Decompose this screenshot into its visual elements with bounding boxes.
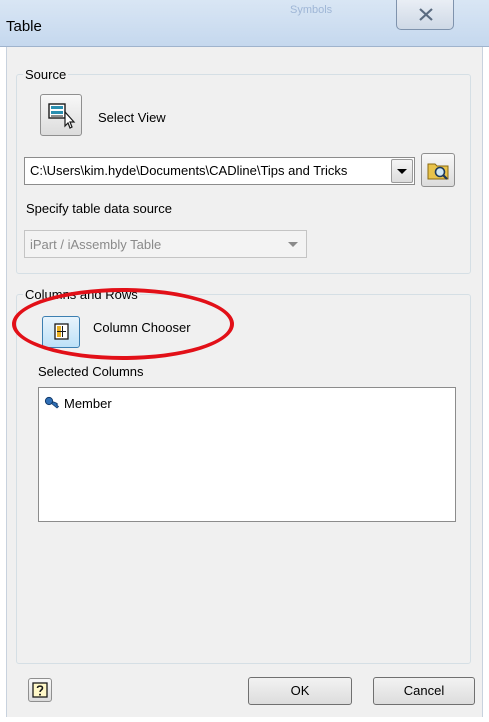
help-icon [32, 682, 48, 698]
list-item[interactable]: Member [44, 394, 112, 412]
selected-columns-list[interactable]: Member [38, 387, 456, 522]
background-window-title: Symbols [290, 4, 333, 16]
data-file-path-dropdown[interactable]: C:\Users\kim.hyde\Documents\CADline\Tips… [24, 157, 415, 185]
source-group-label: Source [23, 67, 69, 82]
chevron-down-icon [397, 169, 407, 174]
select-view-label: Select View [98, 110, 166, 125]
chevron-down-icon [288, 242, 298, 247]
ok-button[interactable]: OK [248, 677, 352, 705]
selected-columns-label: Selected Columns [38, 364, 144, 379]
title-bar: Table Symbols [0, 0, 489, 47]
help-button[interactable] [28, 678, 52, 702]
select-view-button[interactable] [40, 94, 82, 136]
list-item-label: Member [64, 395, 112, 411]
table-data-source-dropdown[interactable]: iPart / iAssembly Table [24, 230, 307, 258]
specify-source-label: Specify table data source [26, 201, 172, 216]
columns-rows-group-label: Columns and Rows [23, 287, 140, 302]
column-chooser-icon [54, 323, 69, 340]
column-chooser-button[interactable] [42, 316, 80, 348]
browse-button[interactable] [421, 153, 455, 187]
table-data-source-value: iPart / iAssembly Table [30, 237, 162, 252]
data-file-path-value: C:\Users\kim.hyde\Documents\CADline\Tips… [30, 163, 348, 178]
column-chooser-label: Column Chooser [93, 320, 191, 335]
close-button[interactable] [396, 0, 454, 30]
cancel-button[interactable]: Cancel [373, 677, 475, 705]
folder-search-icon [427, 163, 449, 180]
key-icon [44, 396, 60, 409]
window-title: Table [6, 18, 42, 35]
path-dropdown-arrow[interactable] [391, 159, 413, 183]
select-view-icon [48, 103, 76, 129]
close-icon [419, 8, 433, 21]
